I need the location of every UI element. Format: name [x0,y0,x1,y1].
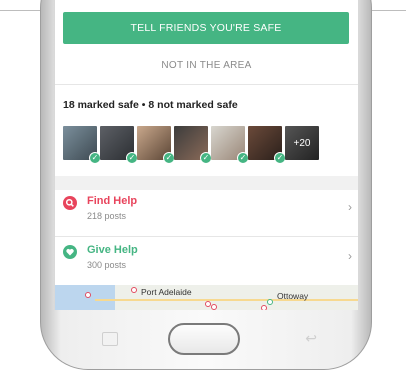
back-icon[interactable]: ↩ [305,330,317,347]
find-help-count: 218 posts [87,211,127,221]
give-help-count: 300 posts [87,260,127,270]
give-help-title: Give Help [87,244,138,256]
phone-screen: TELL FRIENDS YOU'RE SAFE NOT IN THE AREA… [54,0,359,310]
find-help-row[interactable]: Find Help 218 posts › [55,190,358,236]
safety-summary: 18 marked safe • 8 not marked safe [63,99,238,111]
map-pin[interactable] [267,299,273,305]
avatar[interactable]: ✓ [174,126,212,164]
tell-friends-safe-button[interactable]: TELL FRIENDS YOU'RE SAFE [63,12,349,44]
map-pin[interactable] [85,292,91,298]
avatar[interactable]: ✓ [248,126,286,164]
recent-apps-icon[interactable] [102,332,118,346]
map-road [95,299,358,301]
more-friends-count: +20 [293,137,311,149]
not-in-area-button[interactable]: NOT IN THE AREA [55,56,358,74]
section-separator [55,176,358,190]
divider [55,84,358,85]
find-help-title: Find Help [87,195,138,207]
avatar[interactable]: ✓ [63,126,101,164]
friends-avatars[interactable]: ✓ ✓ ✓ ✓ ✓ ✓ +20 [63,126,319,164]
chevron-right-icon: › [348,249,352,263]
avatar[interactable]: ✓ [137,126,175,164]
chevron-right-icon: › [348,200,352,214]
avatar[interactable]: ✓ [211,126,249,164]
phone-nav-bar: ↩ [54,310,357,370]
map-label-port-adelaide: Port Adelaide [141,287,192,297]
give-help-row[interactable]: Give Help 300 posts › [55,239,358,285]
avatar[interactable]: ✓ [100,126,138,164]
search-icon [63,196,77,210]
heart-icon [63,245,77,259]
divider [55,236,358,237]
more-friends-avatar[interactable]: +20 [285,126,319,160]
home-button[interactable] [168,323,240,355]
map-label-ottoway: Ottoway [277,291,309,301]
map-preview[interactable]: Port Adelaide Ottoway [55,285,358,310]
map-water [55,285,115,310]
map-pin[interactable] [131,287,137,293]
